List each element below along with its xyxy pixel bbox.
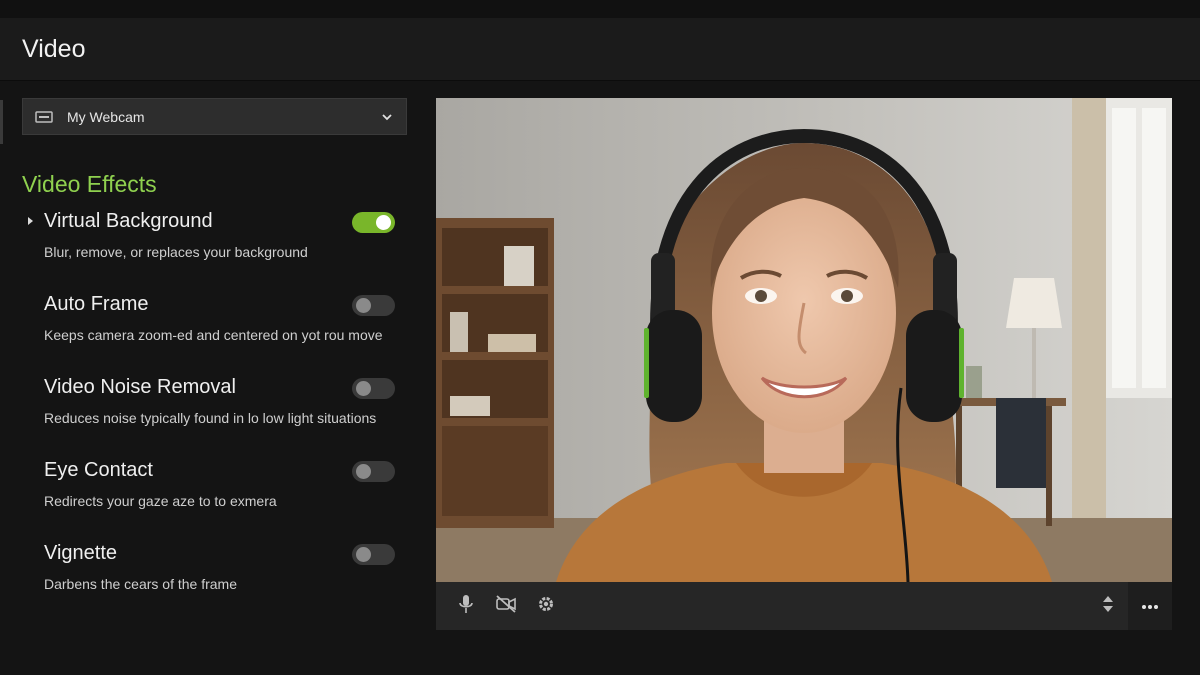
page-title: Video bbox=[22, 34, 86, 63]
effect-description: Darbens the cears of the frame bbox=[44, 576, 237, 592]
toggle-knob bbox=[356, 547, 371, 562]
effect-name: Auto Frame bbox=[44, 293, 149, 315]
effect-description: Redirects your gaze aze to to exmera bbox=[44, 493, 277, 509]
auto-frame-toggle[interactable] bbox=[352, 295, 395, 316]
microphone-button[interactable] bbox=[446, 582, 486, 630]
camera-off-icon bbox=[495, 594, 517, 618]
virtual-background-toggle[interactable] bbox=[352, 212, 395, 233]
effect-name: Video Noise Removal bbox=[44, 376, 236, 398]
effect-name: Virtual Background bbox=[44, 210, 213, 232]
toggle-knob bbox=[376, 215, 391, 230]
toggle-knob bbox=[356, 381, 371, 396]
expand-caret-icon[interactable] bbox=[28, 217, 33, 225]
top-strip bbox=[0, 0, 1200, 18]
chevron-down-icon bbox=[380, 110, 394, 124]
vignette-toggle[interactable] bbox=[352, 544, 395, 565]
camera-select[interactable]: My Webcam bbox=[22, 98, 407, 135]
more-icon bbox=[1141, 597, 1159, 615]
webcam-icon bbox=[35, 110, 53, 124]
effect-name: Eye Contact bbox=[44, 459, 153, 481]
gear-icon bbox=[537, 595, 555, 618]
sort-arrows-icon bbox=[1102, 595, 1114, 618]
settings-panel: My Webcam Video Effects Virtual Backgrou… bbox=[22, 98, 407, 625]
video-preview bbox=[436, 98, 1172, 582]
header-bar: Video bbox=[0, 18, 1200, 81]
effects-title: Video Effects bbox=[22, 171, 157, 197]
camera-off-button[interactable] bbox=[486, 582, 526, 630]
effect-description: Keeps camera zoom-ed and centered on yot… bbox=[44, 327, 383, 343]
toggle-knob bbox=[356, 298, 371, 313]
side-accent bbox=[0, 100, 3, 144]
settings-button[interactable] bbox=[526, 582, 566, 630]
eye-contact-toggle[interactable] bbox=[352, 461, 395, 482]
effects-list: Virtual Background Blur, remove, or repl… bbox=[22, 210, 407, 625]
effect-description: Blur, remove, or replaces your backgroun… bbox=[44, 244, 308, 260]
effect-eye-contact: Eye Contact Redirects your gaze aze to t… bbox=[22, 459, 407, 542]
sort-button[interactable] bbox=[1088, 582, 1128, 630]
effect-auto-frame: Auto Frame Keeps camera zoom-ed and cent… bbox=[22, 293, 407, 376]
video-controls-bar bbox=[436, 582, 1172, 630]
camera-select-value: My Webcam bbox=[67, 108, 145, 125]
video-preview-panel bbox=[436, 98, 1172, 630]
effect-video-noise-removal: Video Noise Removal Reduces noise typica… bbox=[22, 376, 407, 459]
toggle-knob bbox=[356, 464, 371, 479]
effect-vignette: Vignette Darbens the cears of the frame bbox=[22, 542, 407, 625]
effect-virtual-background: Virtual Background Blur, remove, or repl… bbox=[22, 210, 407, 293]
effect-name: Vignette bbox=[44, 542, 118, 564]
effect-description: Reduces noise typically found in lo low … bbox=[44, 410, 377, 426]
video-noise-removal-toggle[interactable] bbox=[352, 378, 395, 399]
microphone-icon bbox=[458, 594, 474, 619]
webcam-feed-image bbox=[436, 98, 1172, 582]
more-options-button[interactable] bbox=[1128, 582, 1172, 630]
